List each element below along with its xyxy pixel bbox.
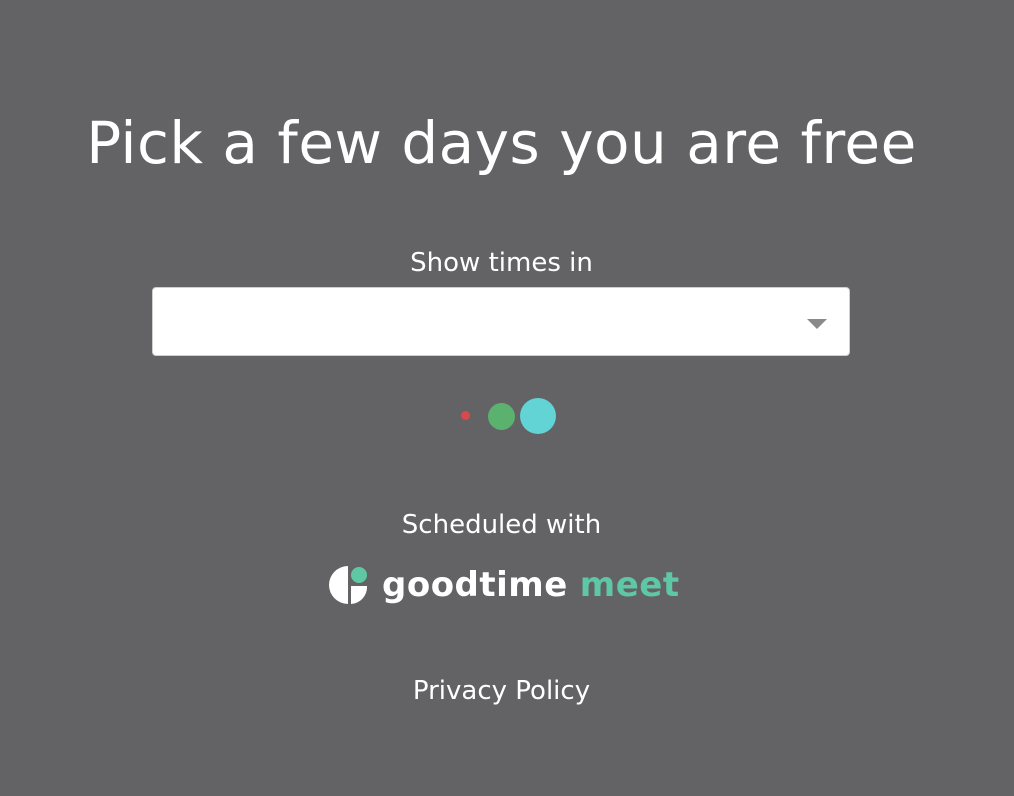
- brand-wordmark: goodtime meet: [382, 568, 680, 602]
- brand-word-meet: meet: [579, 565, 680, 605]
- brand-word-goodtime: goodtime: [382, 565, 568, 605]
- privacy-policy-link[interactable]: Privacy Policy: [0, 676, 1003, 707]
- goodtime-meet-logo: goodtime meet: [328, 562, 680, 608]
- chevron-down-icon: [807, 319, 827, 329]
- loading-dot-red: [461, 411, 470, 420]
- timezone-label: Show times in: [410, 248, 593, 278]
- loading-dot-teal: [520, 398, 556, 434]
- availability-page: Pick a few days you are free Show times …: [0, 0, 1014, 796]
- scheduled-with-label: Scheduled with: [401, 510, 602, 540]
- loading-dot-green: [488, 403, 515, 430]
- goodtime-logo-icon: [329, 566, 368, 604]
- timezone-select[interactable]: [152, 287, 850, 356]
- page-title: Pick a few days you are free: [86, 109, 917, 177]
- loading-indicator: [0, 396, 1003, 436]
